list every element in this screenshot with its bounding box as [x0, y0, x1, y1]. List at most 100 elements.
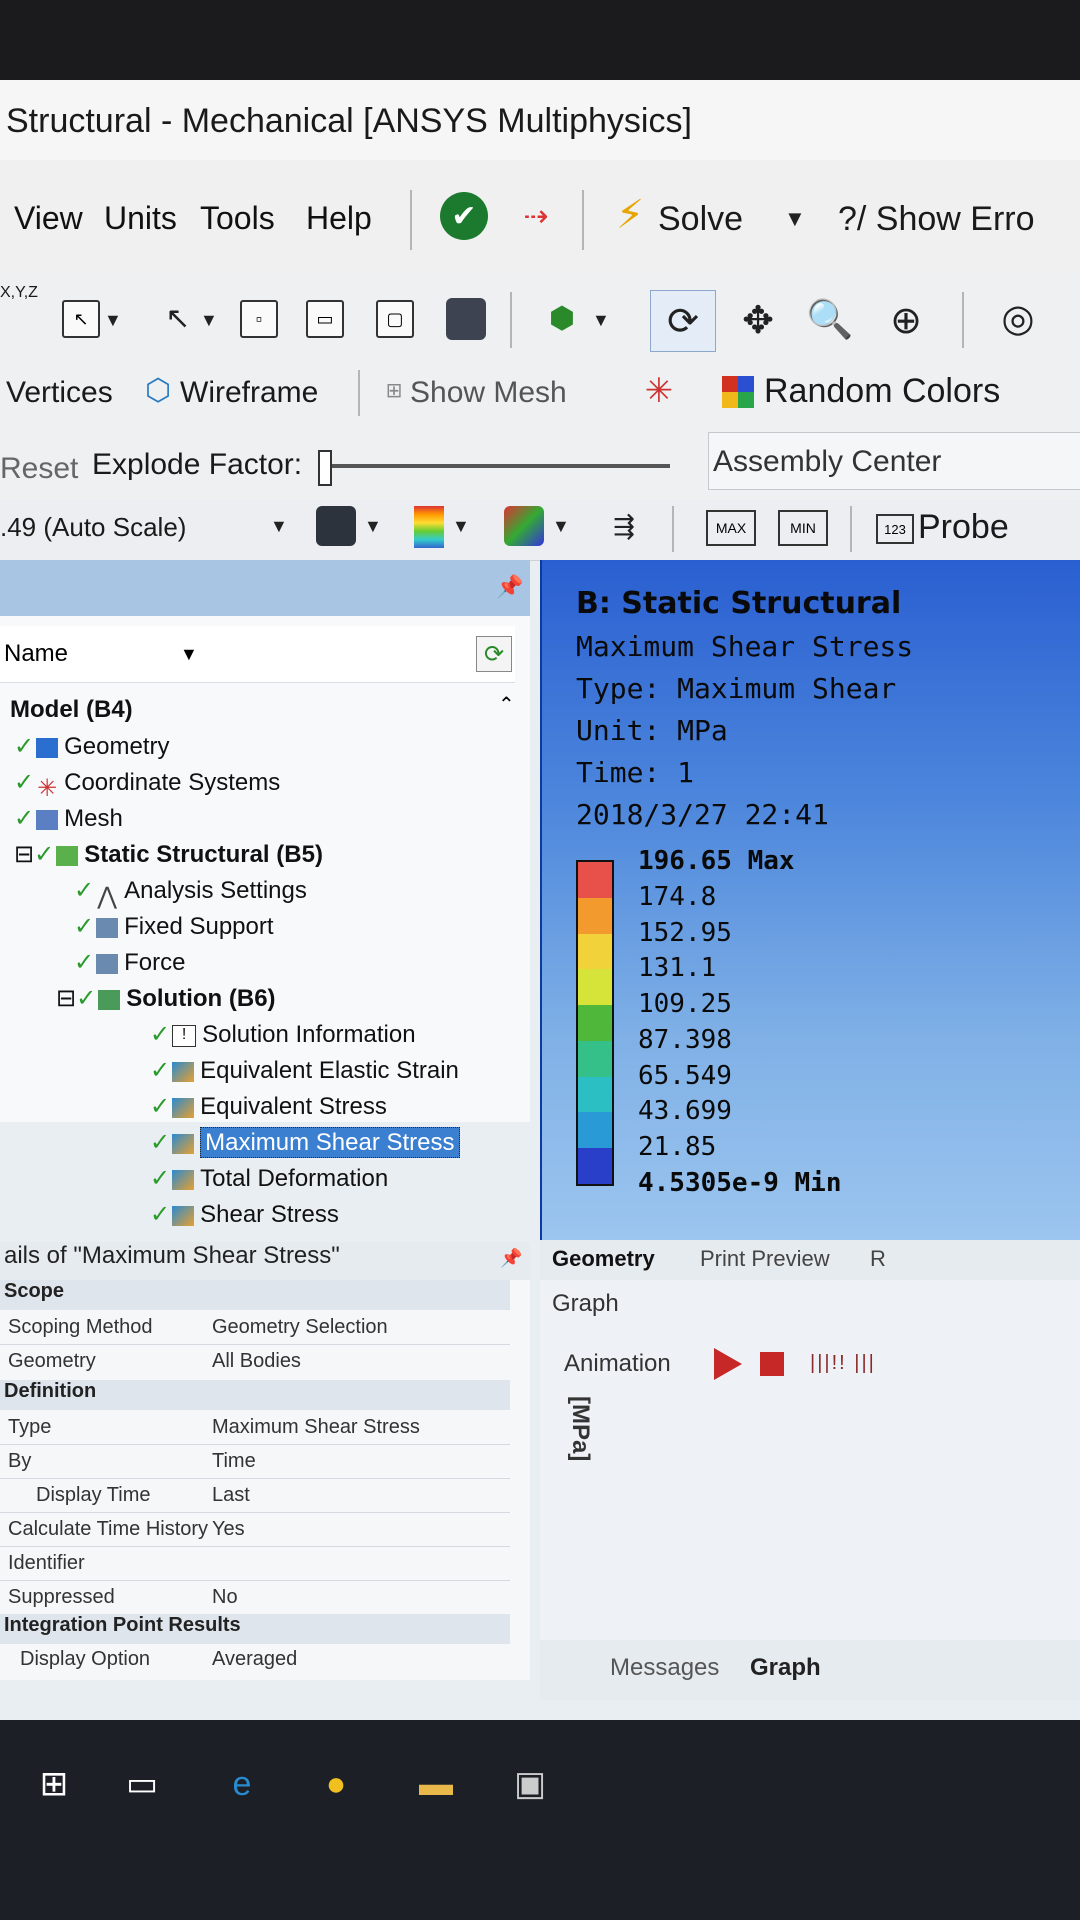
checkmark-icon[interactable]: ✔: [440, 192, 488, 240]
scroll-up-icon[interactable]: ⌃: [498, 692, 515, 717]
play-icon[interactable]: [714, 1348, 742, 1380]
details-value-suppressed[interactable]: No: [212, 1586, 238, 1609]
menu-tools[interactable]: Tools: [200, 200, 275, 237]
tree-item-geometry[interactable]: ✓ Geometry: [14, 732, 169, 761]
pan-icon[interactable]: ✥: [734, 294, 782, 346]
tab-messages[interactable]: Messages: [610, 1654, 719, 1682]
details-pin-icon[interactable]: 📌: [500, 1248, 522, 1269]
details-group-integration-point-results[interactable]: Integration Point Results: [0, 1614, 510, 1644]
vertices-button[interactable]: Vertices: [6, 376, 113, 410]
face-select-icon[interactable]: ▢: [376, 300, 414, 338]
windows-start-icon[interactable]: ⊞: [30, 1760, 78, 1808]
edge-browser-icon[interactable]: e: [218, 1760, 266, 1808]
contour-dropdown-icon[interactable]: ▼: [452, 516, 470, 537]
wireframe-button[interactable]: Wireframe: [180, 376, 318, 410]
probe-icon[interactable]: 123: [876, 514, 914, 544]
tab-geometry[interactable]: Geometry: [552, 1246, 655, 1272]
min-label-button[interactable]: MIN: [778, 510, 828, 546]
select-cursor-icon[interactable]: ↖: [62, 300, 100, 338]
legend-value-label: 65.549: [638, 1060, 732, 1091]
solve-lightning-icon[interactable]: ⚡: [610, 190, 650, 240]
tree-item-coordinate-systems[interactable]: ✓ ✳ Coordinate Systems: [14, 768, 280, 802]
random-colors-star-icon[interactable]: ✳: [636, 368, 682, 414]
tree-item-solution[interactable]: ⊟✓ Solution (B6): [56, 984, 276, 1013]
select-mode-dropdown-icon[interactable]: ▼: [200, 310, 218, 331]
show-errors-button[interactable]: ?/ Show Erro: [838, 200, 1035, 239]
zoom-icon[interactable]: 🔍: [806, 294, 854, 346]
animation-frames-icon[interactable]: |||!! |||: [810, 1352, 876, 1375]
reset-button[interactable]: Reset: [0, 452, 78, 486]
tree-item-analysis-settings[interactable]: ✓ ⋀ Analysis Settings: [74, 876, 307, 910]
tree-item-mesh[interactable]: ✓ Mesh: [14, 804, 123, 833]
tree-item-force[interactable]: ✓ Force: [74, 948, 185, 977]
select-dropdown-icon[interactable]: ▼: [104, 310, 122, 331]
zoom-in-icon[interactable]: ⊕: [882, 294, 930, 346]
menu-units[interactable]: Units: [104, 200, 177, 237]
details-value-type[interactable]: Maximum Shear Stress: [212, 1416, 420, 1439]
rotate-icon[interactable]: ⟳: [650, 290, 716, 352]
wireframe-icon[interactable]: ⬡: [140, 370, 176, 410]
assembly-center-dropdown[interactable]: Assembly Center: [708, 432, 1080, 490]
worksheet-arrow-icon[interactable]: ⇢: [512, 194, 560, 238]
graphics-viewport[interactable]: B: Static Structural Maximum Shear Stres…: [540, 560, 1080, 1240]
tree-item-solution-information[interactable]: ✓! Solution Information: [150, 1020, 416, 1049]
details-value-display-option[interactable]: Averaged: [212, 1648, 297, 1671]
scale-dropdown-icon[interactable]: ▼: [270, 516, 288, 537]
menu-view[interactable]: View: [14, 200, 83, 237]
tree-item-model[interactable]: Model (B4): [10, 696, 133, 724]
vertex-select-icon[interactable]: ▫: [240, 300, 278, 338]
tree-item-total-deformation[interactable]: ✓ Total Deformation: [150, 1164, 388, 1193]
geometry-display-icon[interactable]: [316, 506, 356, 546]
random-colors-button[interactable]: Random Colors: [764, 372, 1000, 411]
tree-item-maximum-shear-stress[interactable]: ✓ Maximum Shear Stress: [150, 1127, 460, 1158]
edges-display-icon[interactable]: [504, 506, 544, 546]
stop-icon[interactable]: [760, 1352, 784, 1376]
max-label-button[interactable]: MAX: [706, 510, 756, 546]
details-group-definition[interactable]: Definition: [0, 1380, 510, 1410]
tree-item-label: Solution Information: [202, 1021, 416, 1048]
show-mesh-icon[interactable]: ⊞: [380, 372, 408, 408]
tab-print-preview[interactable]: Print Preview: [700, 1246, 830, 1272]
solve-button[interactable]: Solve: [658, 200, 743, 239]
edges-dropdown-icon[interactable]: ▼: [552, 516, 570, 537]
menu-help[interactable]: Help: [306, 200, 372, 237]
body-select-icon[interactable]: [446, 298, 486, 340]
extend-dropdown-icon[interactable]: ▼: [592, 310, 610, 331]
random-colors-icon[interactable]: [722, 376, 754, 408]
details-value-display-time[interactable]: Last: [212, 1484, 250, 1507]
tree-item-fixed-support[interactable]: ✓ Fixed Support: [74, 912, 274, 941]
tree-item-equivalent-stress[interactable]: ✓ Equivalent Stress: [150, 1092, 387, 1121]
vector-display-icon[interactable]: ⇶: [604, 506, 644, 546]
tree-item-equivalent-elastic-strain[interactable]: ✓ Equivalent Elastic Strain: [150, 1056, 459, 1085]
task-view-icon[interactable]: ▭: [118, 1760, 166, 1808]
scale-value[interactable]: .49 (Auto Scale): [0, 512, 186, 543]
zoom-to-fit-icon[interactable]: ◎: [990, 290, 1046, 346]
explode-factor-slider[interactable]: [318, 464, 670, 468]
edge-select-icon[interactable]: ▭: [306, 300, 344, 338]
select-mode-icon[interactable]: ↖: [160, 300, 196, 336]
details-value-calculate-time-history[interactable]: Yes: [212, 1518, 245, 1541]
details-value-scoping-method[interactable]: Geometry Selection: [212, 1316, 388, 1339]
show-mesh-button[interactable]: Show Mesh: [410, 376, 567, 410]
solve-dropdown-icon[interactable]: ▼: [784, 206, 806, 232]
store-icon[interactable]: ▣: [506, 1760, 554, 1808]
name-sort-dropdown-icon[interactable]: ▼: [180, 644, 198, 665]
tree-item-static-structural[interactable]: ⊟✓ Static Structural (B5): [14, 840, 323, 869]
pin-icon[interactable]: 📌: [496, 574, 523, 600]
details-group-scope[interactable]: Scope: [0, 1280, 510, 1310]
chrome-icon[interactable]: ●: [312, 1760, 360, 1808]
collapse-icon[interactable]: ⊟: [14, 841, 34, 868]
geometry-display-dropdown-icon[interactable]: ▼: [364, 516, 382, 537]
explode-factor-slider-handle[interactable]: [318, 450, 332, 486]
collapse-icon[interactable]: ⊟: [56, 985, 76, 1012]
tree-item-shear-stress[interactable]: ✓ Shear Stress: [150, 1200, 339, 1229]
details-value-by[interactable]: Time: [212, 1450, 256, 1473]
contour-colors-icon[interactable]: [414, 506, 444, 548]
tab-report-preview[interactable]: R: [870, 1246, 886, 1272]
tab-graph[interactable]: Graph: [750, 1654, 821, 1682]
extend-selection-icon[interactable]: ⬢: [540, 296, 584, 340]
details-value-geometry[interactable]: All Bodies: [212, 1350, 301, 1373]
probe-button[interactable]: Probe: [918, 508, 1009, 547]
refresh-icon[interactable]: ⟳: [476, 636, 512, 672]
file-explorer-icon[interactable]: ▬: [412, 1760, 460, 1808]
